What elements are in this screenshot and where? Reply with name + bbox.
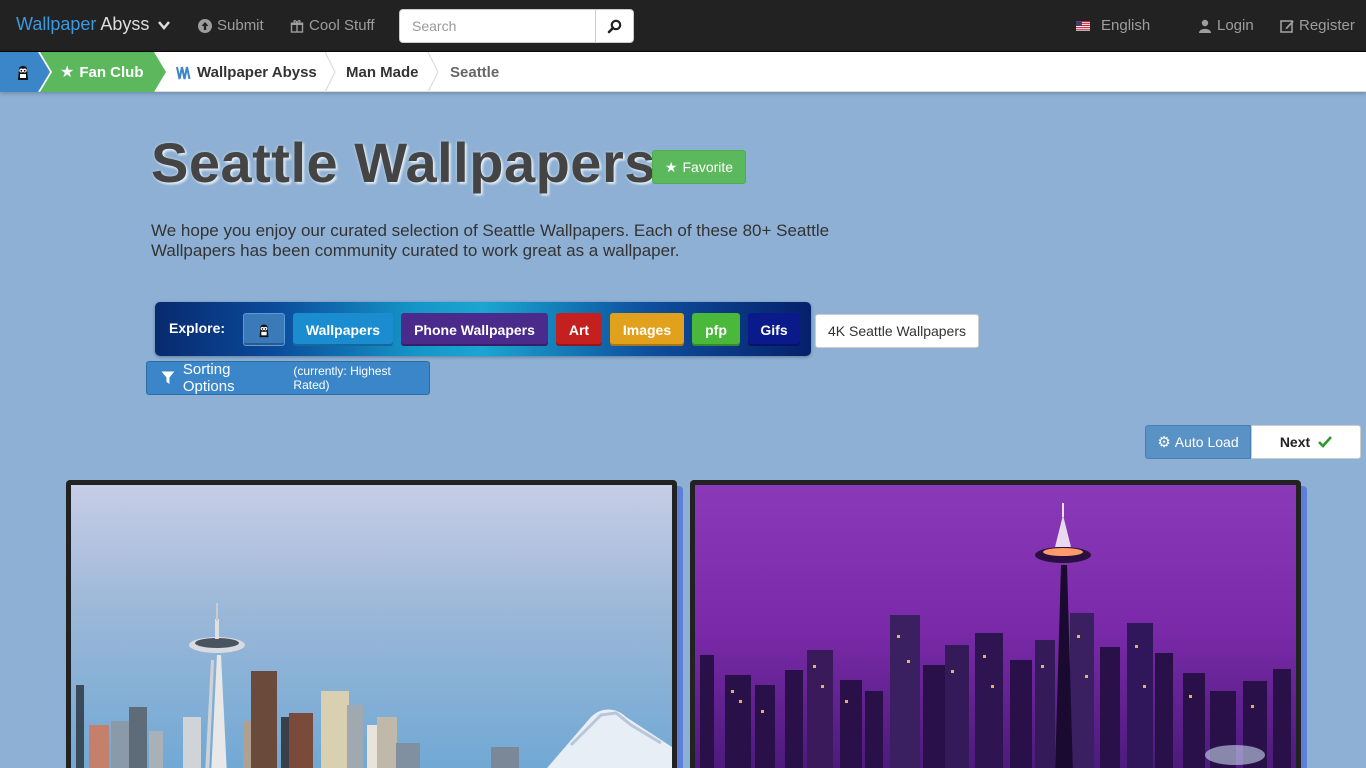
us-flag-icon: [1076, 20, 1090, 31]
next-page-button[interactable]: Next: [1251, 425, 1361, 459]
brand-name-part2: Abyss: [100, 14, 150, 34]
breadcrumb-category[interactable]: Man Made: [346, 64, 419, 81]
explore-art-button[interactable]: Art: [556, 313, 602, 346]
breadcrumb-home[interactable]: [0, 52, 50, 92]
register-label: Register: [1299, 17, 1355, 34]
explore-home-button[interactable]: [243, 313, 285, 346]
explore-images-button[interactable]: Images: [610, 313, 684, 346]
star-icon: ★: [60, 64, 75, 81]
explore-gifs-button[interactable]: Gifs: [748, 313, 800, 346]
filter-icon: [161, 371, 175, 384]
category-label: Man Made: [346, 64, 419, 81]
page-title: Seattle Wallpapers: [151, 131, 656, 194]
explore-bar: Explore: Wallpapers Phone Wallpapers Art…: [155, 302, 811, 356]
chevron-down-icon: [158, 20, 171, 30]
site-logo-icon: [176, 66, 191, 79]
favorite-button[interactable]: ★ Favorite: [652, 150, 746, 184]
fan-club-label: Fan Club: [79, 63, 144, 81]
wallpaper-thumbnail[interactable]: [66, 480, 677, 768]
search-form: [399, 9, 634, 43]
current-label: Seattle: [450, 64, 500, 81]
search-icon: [607, 19, 622, 33]
gift-icon: [290, 19, 304, 33]
cool-stuff-label: Cool Stuff: [309, 17, 375, 34]
auto-load-button[interactable]: ⚙ Auto Load: [1145, 425, 1251, 459]
language-label: English: [1101, 17, 1151, 34]
check-icon: [1318, 436, 1333, 448]
sorting-current: (currently: Highest Rated): [293, 364, 391, 392]
wallpaper-thumbnail[interactable]: [690, 480, 1301, 768]
mascot-icon: [18, 66, 28, 80]
4k-wallpapers-button[interactable]: 4K Seattle Wallpapers: [815, 314, 979, 348]
mascot-icon: [259, 324, 269, 337]
login-link[interactable]: Login: [1198, 17, 1254, 34]
explore-label: Explore:: [169, 320, 226, 336]
star-icon: ★: [664, 158, 678, 175]
seattle-day-skyline-image: [71, 485, 672, 768]
user-icon: [1199, 19, 1211, 33]
favorite-label: Favorite: [682, 159, 734, 175]
gear-icon: ⚙: [1157, 434, 1171, 451]
explore-phone-wallpapers-button[interactable]: Phone Wallpapers: [401, 313, 548, 346]
edit-icon: [1280, 19, 1294, 33]
breadcrumb-separator: [427, 52, 439, 92]
breadcrumb-site[interactable]: Wallpaper Abyss: [176, 64, 317, 81]
auto-load-label: Auto Load: [1174, 434, 1239, 450]
intro-text: We hope you enjoy our curated selection …: [151, 221, 830, 260]
breadcrumb-fan-club[interactable]: ★ Fan Club: [40, 52, 166, 92]
upload-circle-icon: [198, 18, 212, 33]
cool-stuff-link[interactable]: Cool Stuff: [290, 17, 375, 34]
next-label: Next: [1279, 434, 1311, 450]
explore-pfp-button[interactable]: pfp: [692, 313, 740, 346]
explore-wallpapers-button[interactable]: Wallpapers: [293, 313, 393, 346]
submit-link[interactable]: Submit: [198, 17, 264, 34]
register-link[interactable]: Register: [1280, 17, 1355, 34]
brand-name-part1: Wallpaper: [16, 14, 97, 34]
search-input[interactable]: [399, 9, 595, 43]
language-selector[interactable]: English: [1076, 17, 1150, 34]
breadcrumb: ★ Fan Club Wallpaper Abyss Man Made Seat…: [0, 52, 1366, 92]
submit-label: Submit: [217, 17, 264, 34]
sorting-options-button[interactable]: Sorting Options (currently: Highest Rate…: [146, 361, 430, 395]
breadcrumb-current: Seattle: [450, 64, 499, 81]
sorting-label: Sorting Options: [182, 361, 235, 395]
site-label: Wallpaper Abyss: [197, 64, 317, 81]
seattle-purple-night-skyline-image: [695, 485, 1296, 768]
search-button[interactable]: [595, 9, 634, 43]
brand-menu[interactable]: Wallpaper Abyss: [16, 14, 171, 35]
top-navbar: Wallpaper Abyss Submit Cool Stuff Englis…: [0, 0, 1366, 52]
breadcrumb-separator: [324, 52, 336, 92]
login-label: Login: [1217, 17, 1254, 34]
